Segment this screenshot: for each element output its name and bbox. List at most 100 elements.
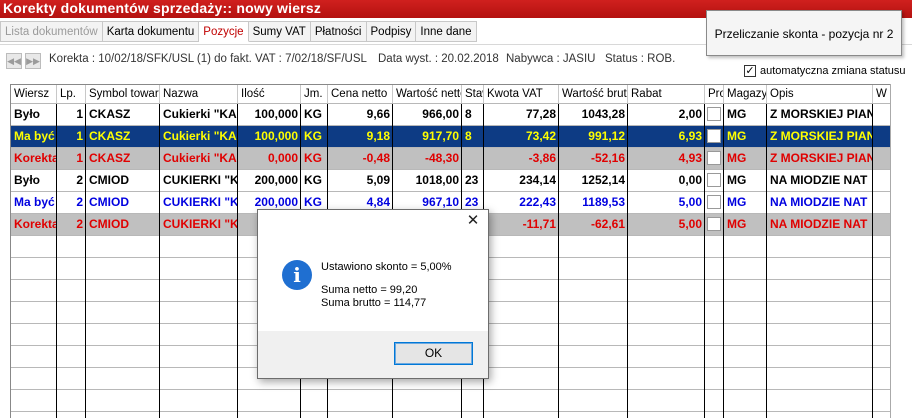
grid-scroll-area[interactable] bbox=[890, 84, 912, 418]
cell-opis: Z MORSKIEJ PIAN bbox=[770, 151, 873, 165]
column-header-jm[interactable]: Jm. bbox=[301, 85, 328, 104]
cell-kwota-vat: 222,43 bbox=[519, 195, 556, 209]
column-header-rabat[interactable]: Rabat bbox=[628, 85, 705, 104]
proi-checkbox[interactable] bbox=[707, 195, 721, 209]
column-header-ilosc[interactable]: Ilość bbox=[238, 85, 301, 104]
cell-kwota-vat: 234,14 bbox=[519, 173, 556, 187]
cell-wartosc-netto: 966,00 bbox=[422, 107, 459, 121]
cell-wiersz: Korekta bbox=[14, 151, 57, 165]
cell-stawka: 8 bbox=[465, 129, 472, 143]
cell-wartosc-netto: 917,70 bbox=[422, 129, 459, 143]
status-info: Status : ROB. bbox=[605, 53, 676, 65]
tab-inne-dane[interactable]: Inne dane bbox=[416, 21, 477, 42]
column-header-proi[interactable]: Proi bbox=[705, 85, 724, 104]
cell-wartosc-brutto: 1043,28 bbox=[581, 107, 625, 121]
column-header-wartosc-brutto[interactable]: Wartość brutto bbox=[559, 85, 628, 104]
cell-symbol: CMIOD bbox=[89, 217, 129, 231]
cell-stawka bbox=[462, 148, 484, 169]
cell-proi bbox=[705, 104, 724, 125]
cell-opis: Z MORSKIEJ PIAN bbox=[770, 107, 873, 121]
info-icon: i bbox=[282, 260, 312, 290]
column-gridline bbox=[872, 104, 873, 418]
column-gridline bbox=[766, 104, 767, 418]
column-header-opis[interactable]: Opis bbox=[767, 85, 873, 104]
table-row[interactable]: Było 1 CKASZ Cukierki "KA 100,000 KG 9,66 966,0… bbox=[11, 104, 890, 125]
cell-lp: 1 bbox=[76, 151, 83, 165]
tab-lista-dokumentow[interactable]: Lista dokumentów bbox=[0, 21, 103, 42]
cell-symbol: CMIOD bbox=[89, 173, 129, 187]
cell-kwota-vat: -3,86 bbox=[528, 151, 556, 165]
cell-rabat: 5,00 bbox=[678, 195, 702, 209]
cell-symbol: CKASZ bbox=[89, 151, 131, 165]
table-row[interactable]: Korekta 1 CKASZ Cukierki "KA 0,000 KG -0,48 -48… bbox=[11, 148, 890, 169]
column-header-wartosc-netto[interactable]: Wartość netto bbox=[393, 85, 462, 104]
korekta-info: Korekta : 10/02/18/SFK/USL (1) do fakt. … bbox=[49, 53, 367, 65]
cell-opis: NA MIODZIE NAT bbox=[770, 195, 868, 209]
table-row[interactable]: Było 2 CMIOD CUKIERKI "K 200,000 KG 5,09 1018,0… bbox=[11, 170, 890, 191]
tab-platnosci[interactable]: Płatności bbox=[310, 21, 367, 42]
column-header-nazwa[interactable]: Nazwa bbox=[160, 85, 238, 104]
cell-stawka: 8 bbox=[465, 107, 472, 121]
cell-rabat: 4,93 bbox=[678, 151, 702, 165]
column-header-cena-netto[interactable]: Cena netto bbox=[328, 85, 393, 104]
column-header-kwota-vat[interactable]: Kwota VAT bbox=[484, 85, 559, 104]
cell-proi bbox=[705, 170, 724, 191]
dialog-net-sum-text: Suma netto = 99,20 bbox=[321, 284, 418, 296]
column-header-wiersz[interactable]: Wiersz bbox=[11, 85, 57, 104]
tab-podpisy[interactable]: Podpisy bbox=[366, 21, 417, 42]
row-gridline bbox=[11, 191, 890, 192]
cell-jm: KG bbox=[304, 173, 322, 187]
data-wyst-info: Data wyst. : 20.02.2018 bbox=[378, 53, 499, 65]
cell-proi bbox=[705, 148, 724, 169]
proi-checkbox[interactable] bbox=[707, 129, 721, 143]
cell-magazyn: MG bbox=[727, 195, 747, 209]
cell-cena-netto: 9,66 bbox=[366, 107, 390, 121]
cell-nazwa: CUKIERKI "K bbox=[163, 217, 238, 231]
nabywca-info: Nabywca : JASIU bbox=[506, 53, 596, 65]
cell-magazyn: MG bbox=[727, 129, 747, 143]
proi-checkbox[interactable] bbox=[707, 151, 721, 165]
cell-magazyn: MG bbox=[727, 107, 747, 121]
auto-status-checkbox[interactable]: ✓ bbox=[744, 65, 756, 77]
cell-lp: 1 bbox=[76, 129, 83, 143]
cell-nazwa: Cukierki "KA bbox=[163, 129, 237, 143]
cell-rabat: 5,00 bbox=[678, 217, 702, 231]
table-row[interactable]: Ma być 1 CKASZ Cukierki "KA 100,000 KG 9,18 917… bbox=[11, 126, 890, 147]
forward-icon[interactable]: ▶▶ bbox=[25, 53, 41, 69]
cell-wiersz: Ma być bbox=[14, 129, 55, 143]
cell-ilosc: 200,000 bbox=[254, 173, 298, 187]
cell-jm: KG bbox=[304, 151, 322, 165]
tab-pozycje[interactable]: Pozycje bbox=[199, 21, 249, 42]
cell-wartosc-brutto: 1189,53 bbox=[582, 195, 625, 209]
column-gridline bbox=[237, 104, 238, 418]
cell-proi bbox=[705, 192, 724, 213]
row-gridline bbox=[11, 389, 890, 390]
ok-button[interactable]: OK bbox=[394, 342, 473, 365]
proi-checkbox[interactable] bbox=[707, 107, 721, 121]
column-header-stawka[interactable]: Staw bbox=[462, 85, 484, 104]
column-header-w[interactable]: W bbox=[873, 85, 890, 104]
tab-karta-dokumentu[interactable]: Karta dokumentu bbox=[102, 21, 200, 42]
column-gridline bbox=[558, 104, 559, 418]
cell-proi bbox=[705, 126, 724, 147]
rewind-icon[interactable]: ◀◀ bbox=[6, 53, 22, 69]
proi-checkbox[interactable] bbox=[707, 217, 721, 231]
row-gridline bbox=[11, 125, 890, 126]
cell-lp: 2 bbox=[76, 173, 83, 187]
cell-lp: 2 bbox=[76, 195, 83, 209]
dialog-footer: OK bbox=[258, 331, 488, 378]
proi-checkbox[interactable] bbox=[707, 173, 721, 187]
column-header-lp[interactable]: Lp. bbox=[57, 85, 86, 104]
close-icon[interactable]: ✕ bbox=[466, 213, 480, 228]
column-header-magazyn[interactable]: Magazyn bbox=[724, 85, 767, 104]
row-gridline bbox=[11, 147, 890, 148]
column-header-symbol[interactable]: Symbol towaru bbox=[86, 85, 160, 104]
tab-sumy-vat[interactable]: Sumy VAT bbox=[248, 21, 311, 42]
cell-rabat: 0,00 bbox=[678, 173, 702, 187]
cell-magazyn: MG bbox=[727, 173, 747, 187]
dialog-discount-text: Ustawiono skonto = 5,00% bbox=[321, 261, 452, 273]
cell-symbol: CKASZ bbox=[89, 129, 131, 143]
cell-wiersz: Korekta bbox=[14, 217, 57, 231]
cell-cena-netto: -0,48 bbox=[362, 151, 390, 165]
cell-wiersz: Było bbox=[14, 107, 41, 121]
